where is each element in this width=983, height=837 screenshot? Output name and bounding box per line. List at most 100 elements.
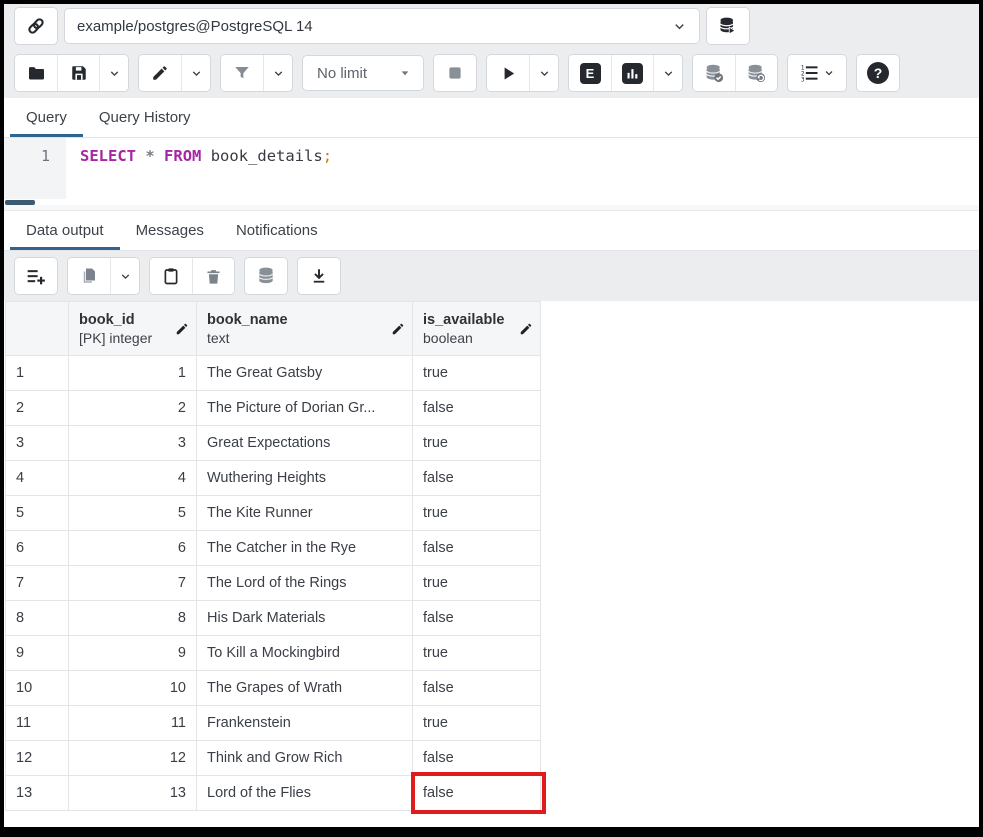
column-header-book-id[interactable]: book_id [PK] integer [69,302,197,356]
editor-horizontal-scrollbar[interactable] [4,199,979,205]
row-number-cell[interactable]: 4 [6,461,69,496]
add-row-button[interactable] [15,258,57,294]
book-name-cell[interactable]: Wuthering Heights [197,461,413,496]
row-number-cell[interactable]: 1 [6,356,69,391]
connection-selector[interactable]: example/postgres@PostgreSQL 14 [64,8,700,44]
open-file-button[interactable] [15,55,57,91]
book-name-cell[interactable]: Great Expectations [197,426,413,461]
edit-column-icon[interactable] [519,322,533,336]
filter-button[interactable] [221,55,263,91]
book-name-cell[interactable]: The Picture of Dorian Gr... [197,391,413,426]
book-name-cell[interactable]: Think and Grow Rich [197,741,413,776]
column-type: boolean [423,330,514,346]
book-name-cell[interactable]: The Kite Runner [197,496,413,531]
row-number-cell[interactable]: 2 [6,391,69,426]
is-available-cell[interactable]: true [413,706,541,741]
book-name-cell[interactable]: The Great Gatsby [197,356,413,391]
book-id-cell[interactable]: 12 [69,741,197,776]
macros-button[interactable]: 123 [788,55,846,91]
line-number-gutter: 1 [4,138,66,205]
delete-row-button[interactable] [192,258,234,294]
book-id-cell[interactable]: 13 [69,776,197,811]
edit-button[interactable] [139,55,181,91]
book-id-cell[interactable]: 5 [69,496,197,531]
book-id-cell[interactable]: 10 [69,671,197,706]
row-number-cell[interactable]: 7 [6,566,69,601]
save-options-chevron[interactable] [99,55,128,91]
edit-options-chevron[interactable] [181,55,210,91]
row-number-cell[interactable]: 11 [6,706,69,741]
tab-notifications[interactable]: Notifications [220,211,334,250]
book-name-cell[interactable]: The Catcher in the Rye [197,531,413,566]
book-name-cell[interactable]: The Grapes of Wrath [197,671,413,706]
is-available-cell[interactable]: false [413,776,541,811]
book-id-cell[interactable]: 7 [69,566,197,601]
book-id-cell[interactable]: 4 [69,461,197,496]
explain-button[interactable]: E [569,55,611,91]
tab-query-history[interactable]: Query History [83,98,207,137]
explain-options-chevron[interactable] [653,55,682,91]
new-connection-button[interactable] [707,8,749,44]
row-limit-select[interactable]: No limit [302,55,424,91]
book-id-cell[interactable]: 8 [69,601,197,636]
book-id-cell[interactable]: 11 [69,706,197,741]
is-available-cell[interactable]: true [413,496,541,531]
book-id-cell[interactable]: 2 [69,391,197,426]
stop-button[interactable] [434,55,476,91]
copy-options-chevron[interactable] [110,258,139,294]
rollback-button[interactable] [735,55,777,91]
explain-analyze-button[interactable] [611,55,653,91]
row-number-cell[interactable]: 6 [6,531,69,566]
is-available-cell[interactable]: false [413,391,541,426]
row-number-cell[interactable]: 10 [6,671,69,706]
scrollbar-thumb[interactable] [5,200,35,205]
tab-data-output[interactable]: Data output [10,211,120,250]
book-name-cell[interactable]: To Kill a Mockingbird [197,636,413,671]
book-name-cell[interactable]: Lord of the Flies [197,776,413,811]
book-name-cell[interactable]: Frankenstein [197,706,413,741]
save-file-button[interactable] [57,55,99,91]
is-available-cell[interactable]: true [413,356,541,391]
row-number-cell[interactable]: 3 [6,426,69,461]
row-number-cell[interactable]: 12 [6,741,69,776]
book-id-cell[interactable]: 6 [69,531,197,566]
is-available-cell[interactable]: false [413,601,541,636]
is-available-cell[interactable]: false [413,531,541,566]
is-available-cell[interactable]: false [413,671,541,706]
book-id-cell[interactable]: 1 [69,356,197,391]
save-data-changes-button[interactable] [245,258,287,294]
download-results-button[interactable] [298,258,340,294]
commit-button[interactable] [693,55,735,91]
row-number-cell[interactable]: 13 [6,776,69,811]
data-output-grid: book_id [PK] integer book_name text is_a… [4,301,979,811]
help-button[interactable]: ? [857,55,899,91]
copy-button[interactable] [68,258,110,294]
edit-column-icon[interactable] [391,322,405,336]
column-header-is-available[interactable]: is_available boolean [413,302,541,356]
row-number-cell[interactable]: 5 [6,496,69,531]
row-number-cell[interactable]: 9 [6,636,69,671]
pgadmin-query-tool-window: example/postgres@PostgreSQL 14 No l [4,4,979,827]
is-available-cell[interactable]: false [413,741,541,776]
sql-code-line[interactable]: SELECT * FROM book_details; [66,138,979,205]
book-name-cell[interactable]: His Dark Materials [197,601,413,636]
row-number-cell[interactable]: 8 [6,601,69,636]
is-available-cell[interactable]: true [413,566,541,601]
execute-button[interactable] [487,55,529,91]
paste-button[interactable] [150,258,192,294]
book-id-cell[interactable]: 9 [69,636,197,671]
column-header-book-name[interactable]: book_name text [197,302,413,356]
book-name-cell[interactable]: The Lord of the Rings [197,566,413,601]
is-available-cell[interactable]: true [413,636,541,671]
connection-status-button[interactable] [15,8,57,44]
book-id-cell[interactable]: 3 [69,426,197,461]
execute-options-chevron[interactable] [529,55,558,91]
select-all-corner-cell[interactable] [6,302,69,356]
tab-messages[interactable]: Messages [120,211,220,250]
filter-options-chevron[interactable] [263,55,292,91]
sql-editor[interactable]: 1 SELECT * FROM book_details; [4,138,979,205]
is-available-cell[interactable]: false [413,461,541,496]
edit-column-icon[interactable] [175,322,189,336]
is-available-cell[interactable]: true [413,426,541,461]
tab-query[interactable]: Query [10,98,83,137]
